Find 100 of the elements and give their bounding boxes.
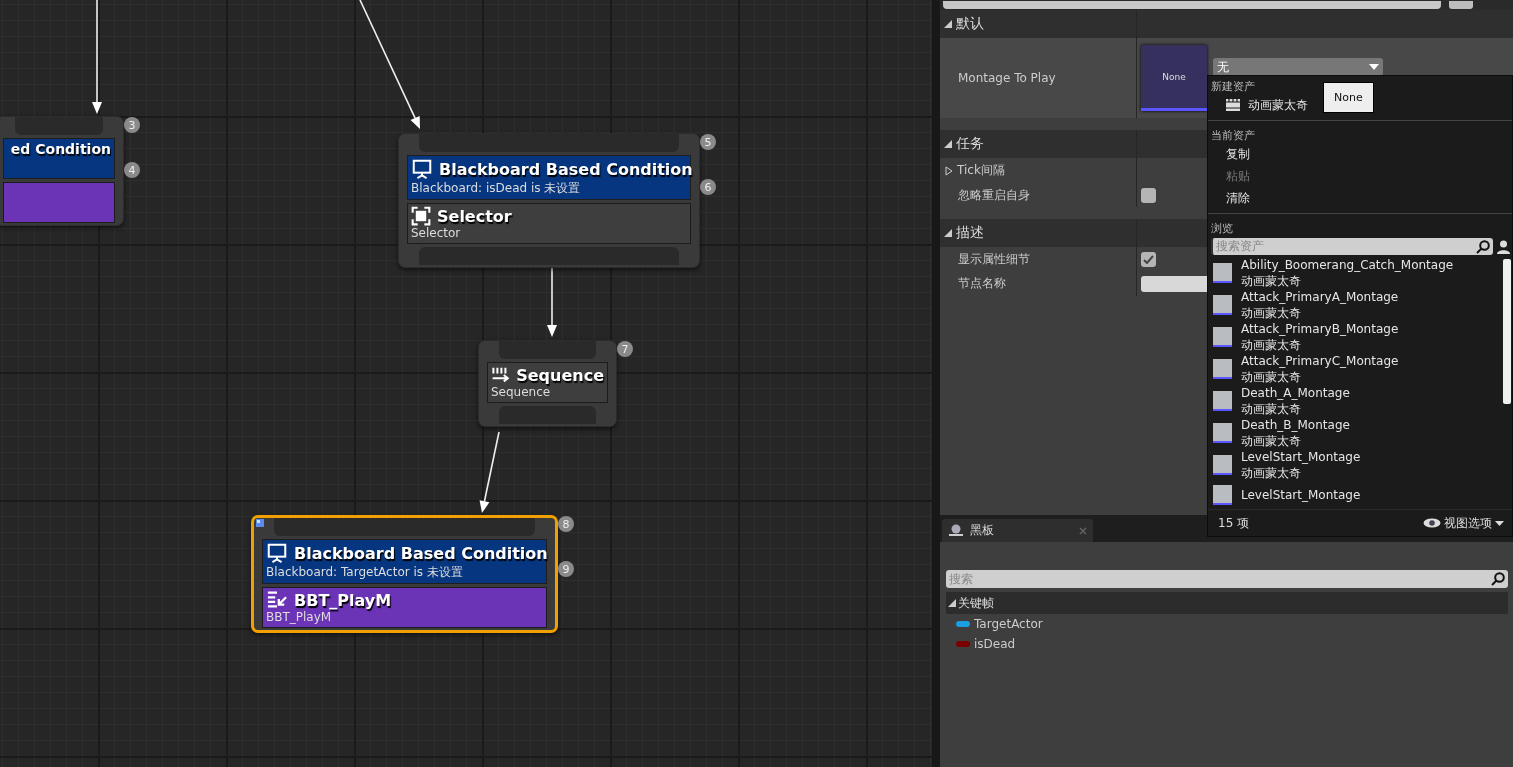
asset-type: 动画蒙太奇: [1241, 305, 1302, 321]
asset-thumbnail: [1213, 327, 1232, 347]
asset-list-item[interactable]: LevelStart_Montage: [1208, 481, 1502, 509]
order-badge: 4: [124, 162, 140, 178]
caret-icon: [1369, 64, 1379, 70]
caret-icon: [1495, 520, 1504, 526]
search-icon[interactable]: [1476, 239, 1490, 254]
expanded-triangle-icon[interactable]: [944, 20, 952, 28]
order-badge: 7: [617, 341, 633, 357]
presentation-board-icon: [266, 542, 288, 564]
key-name[interactable]: isDead: [974, 637, 1016, 651]
decorator-subtitle: Blackboard: TargetActor is 未设置: [266, 564, 464, 581]
menu-item[interactable]: 动画蒙太奇: [1208, 94, 1326, 116]
decorator-title: Blackboard Based Condition: [294, 543, 548, 563]
asset-name: Attack_PrimaryB_Montage: [1241, 321, 1399, 337]
decorator-title: ed Condition: [10, 141, 111, 157]
collapsed-triangle-icon[interactable]: [945, 165, 953, 176]
section-header[interactable]: 任务: [956, 135, 984, 153]
tree-node[interactable]: Blackboard Based Condition Blackboard: isDead is 未设置 Selector Selector: [398, 133, 700, 268]
eye-icon: [1423, 518, 1441, 528]
asset-thumbnail: [1213, 391, 1232, 411]
menu-section-label: 新建资产: [1210, 79, 1256, 94]
expanded-triangle-icon[interactable]: [944, 140, 952, 148]
composite-block[interactable]: Selector Selector: [407, 203, 691, 244]
menu-item[interactable]: 复制: [1208, 143, 1268, 165]
task-block[interactable]: [3, 182, 115, 223]
order-badge: 8: [558, 516, 574, 532]
asset-thumbnail[interactable]: None: [1141, 45, 1207, 111]
property-label: Montage To Play: [958, 71, 1056, 85]
asset-name: Ability_Boomerang_Catch_Montage: [1241, 257, 1454, 273]
asset-type: 动画蒙太奇: [1241, 465, 1302, 481]
tree-node[interactable]: ed Condition: [0, 116, 124, 226]
asset-combo-box[interactable]: 无: [1213, 58, 1383, 76]
property-group-label[interactable]: Tick间隔: [957, 162, 1005, 179]
node-title: BBT_PlayM: [294, 590, 392, 610]
expanded-triangle-icon[interactable]: [948, 599, 956, 607]
tooltip: None: [1323, 82, 1374, 113]
section-header[interactable]: 默认: [956, 15, 984, 33]
presentation-board-icon: [411, 158, 433, 180]
panel-tab[interactable]: 黑板: [942, 519, 1093, 542]
list-arrow-icon: [266, 590, 288, 610]
node-subtitle: Sequence: [491, 385, 552, 399]
task-block[interactable]: BBT_PlayM BBT_PlayM: [262, 587, 547, 628]
key-name[interactable]: TargetActor: [974, 617, 1043, 631]
input-pin-bar[interactable]: [419, 134, 679, 152]
property-label: 忽略重启自身: [958, 186, 1030, 204]
blackboard-icon: [948, 523, 964, 538]
asset-thumbnail: [1213, 485, 1232, 505]
order-badge: 3: [124, 117, 140, 133]
category-header[interactable]: 关键帧: [958, 594, 994, 612]
asset-thumbnail: [1213, 359, 1232, 379]
asset-list-item[interactable]: Attack_PrimaryB_Montage 动画蒙太奇: [1208, 321, 1502, 353]
expanded-triangle-icon[interactable]: [944, 229, 952, 237]
input-pin-bar[interactable]: [274, 518, 535, 536]
film-strip-icon: [1226, 99, 1240, 111]
asset-list-item[interactable]: Death_B_Montage 动画蒙太奇: [1208, 417, 1502, 449]
node-marker-icon: [256, 519, 264, 527]
search-field[interactable]: [943, 1, 1441, 9]
person-icon[interactable]: [1497, 239, 1510, 254]
menu-section-label: 浏览: [1210, 221, 1234, 236]
close-icon[interactable]: [1079, 526, 1087, 535]
node-subtitle: BBT_PlayM: [266, 610, 333, 624]
asset-name: LevelStart_Montage: [1241, 487, 1361, 503]
asset-list-item[interactable]: Attack_PrimaryC_Montage 动画蒙太奇: [1208, 353, 1502, 385]
connector-arrow: [547, 267, 557, 337]
asset-type: 动画蒙太奇: [1241, 273, 1302, 289]
decorator-block[interactable]: Blackboard Based Condition Blackboard: TargetActor is 未设置: [262, 539, 547, 584]
view-button[interactable]: [1449, 1, 1473, 9]
decorator-block[interactable]: Blackboard Based Condition Blackboard: isDead is 未设置: [407, 155, 691, 200]
checkbox[interactable]: [1141, 251, 1156, 267]
asset-thumbnail: [1213, 455, 1232, 475]
composite-block[interactable]: Sequence Sequence: [487, 362, 608, 403]
asset-list-item[interactable]: Death_A_Montage 动画蒙太奇: [1208, 385, 1502, 417]
decorator-subtitle: Blackboard: isDead is 未设置: [411, 180, 582, 197]
search-icon[interactable]: [1491, 572, 1505, 586]
input-pin-bar[interactable]: [15, 117, 103, 135]
scrollbar-thumb[interactable]: [1503, 259, 1511, 404]
asset-list-item[interactable]: Ability_Boomerang_Catch_Montage 动画蒙太奇: [1208, 257, 1502, 289]
decorator-title: Blackboard Based Condition: [439, 159, 693, 179]
order-badge: 6: [700, 179, 716, 195]
view-options-button[interactable]: 视图选项: [1423, 514, 1504, 532]
property-label: 显示属性细节: [958, 250, 1030, 268]
item-count: 15 项: [1218, 514, 1250, 532]
tree-node[interactable]: Blackboard Based Condition Blackboard: TargetActor is 未设置 BBT_PlayM BBT_PlayM: [251, 515, 558, 633]
tree-node[interactable]: Sequence Sequence: [478, 340, 617, 427]
node-title: Sequence: [516, 365, 604, 385]
asset-list-item[interactable]: Attack_PrimaryA_Montage 动画蒙太奇: [1208, 289, 1502, 321]
menu-item[interactable]: 清除: [1208, 187, 1268, 209]
asset-name: Attack_PrimaryC_Montage: [1241, 353, 1399, 369]
node-title: Selector: [437, 206, 512, 226]
property-label: 节点名称: [958, 275, 1006, 292]
asset-type: 动画蒙太奇: [1241, 369, 1302, 385]
section-header[interactable]: 描述: [956, 224, 984, 242]
asset-type: 动画蒙太奇: [1241, 337, 1302, 353]
asset-name: Death_A_Montage: [1241, 385, 1350, 401]
asset-list-item[interactable]: LevelStart_Montage 动画蒙太奇: [1208, 449, 1502, 481]
asset-thumbnail: [1213, 423, 1232, 443]
asset-name: Death_B_Montage: [1241, 417, 1350, 433]
checkbox[interactable]: [1141, 187, 1156, 203]
decorator-block[interactable]: ed Condition: [3, 138, 115, 179]
